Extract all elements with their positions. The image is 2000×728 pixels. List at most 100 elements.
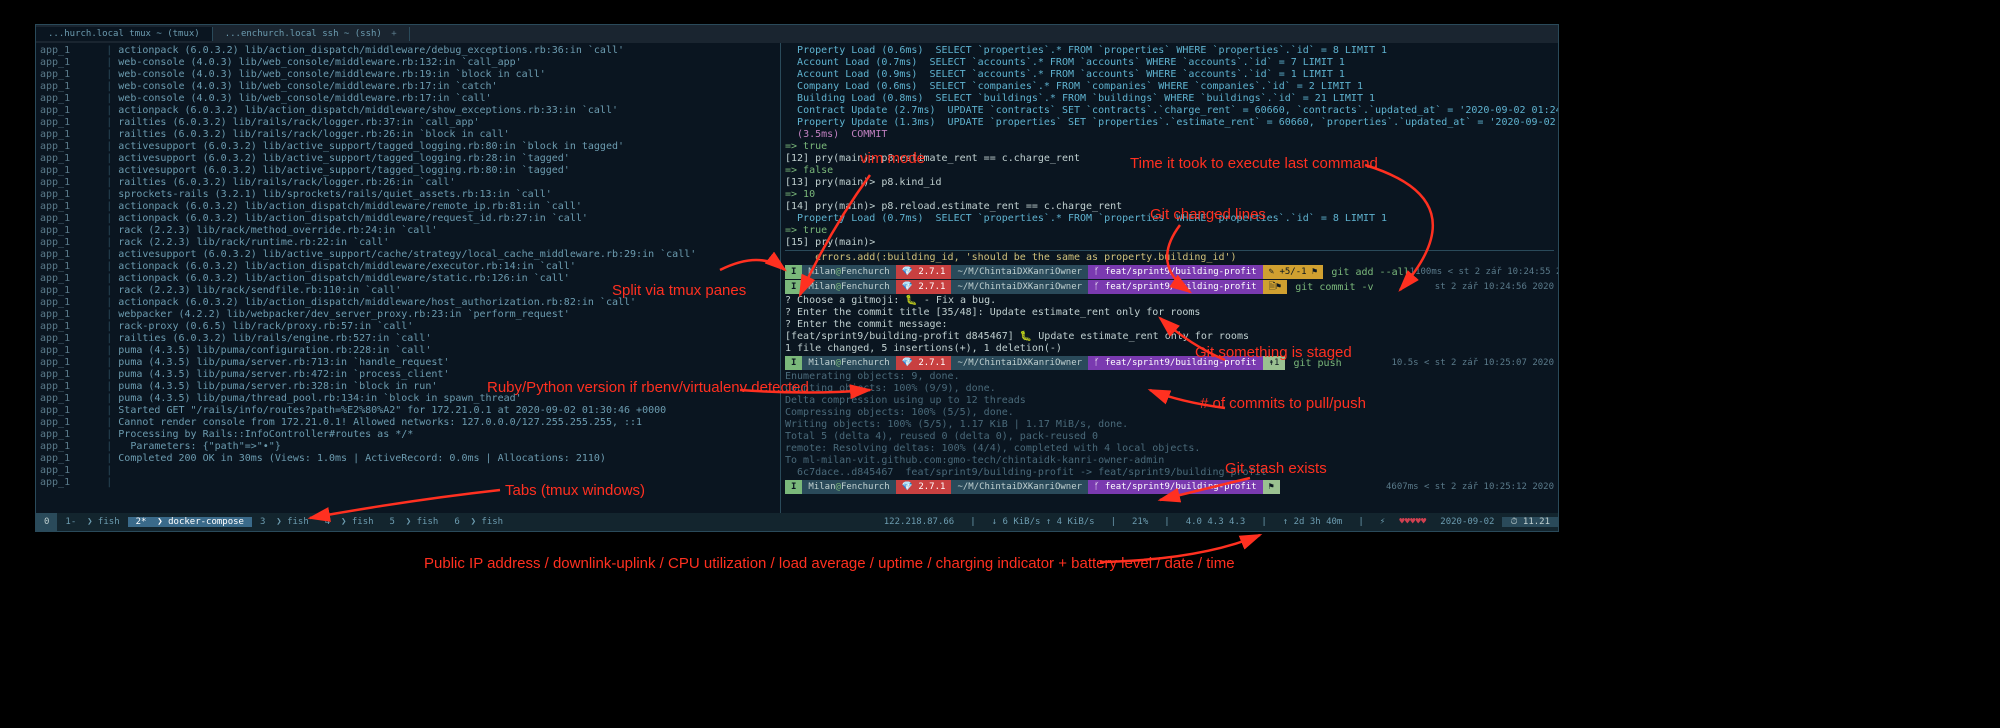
log-line: app_1 | puma (4.3.5) lib/puma/server.rb:… <box>40 381 776 393</box>
annotation-bottom: Public IP address / downlink-uplink / CP… <box>424 555 1235 572</box>
shell-prompt[interactable]: I Milan@Fenchurch 💎 2.7.1 ~/M/ChintaiDXK… <box>785 480 1554 494</box>
log-line: app_1 | <box>40 477 776 489</box>
log-line: app_1 | activesupport (6.0.3.2) lib/acti… <box>40 165 776 177</box>
log-line: app_1 | actionpack (6.0.3.2) lib/action_… <box>40 273 776 285</box>
user-host: Milan@Fenchurch <box>802 280 895 294</box>
log-line: app_1 | activesupport (6.0.3.2) lib/acti… <box>40 141 776 153</box>
log-line: Total 5 (delta 4), reused 0 (delta 0), p… <box>785 431 1554 443</box>
log-line: app_1 | web-console (4.0.3) lib/web_cons… <box>40 81 776 93</box>
ruby-version: 💎 2.7.1 <box>896 280 952 294</box>
log-line: app_1 | Parameters: {"path"=>"•"} <box>40 441 776 453</box>
shell-prompt[interactable]: I Milan@Fenchurch 💎 2.7.1 ~/M/ChintaiDXK… <box>785 356 1554 370</box>
tmux-window[interactable]: 3 ❯ fish <box>252 517 317 527</box>
date: 2020-09-02 <box>1432 517 1502 527</box>
cwd-path: ~/M/ChintaiDXKanriOwner <box>951 356 1088 370</box>
log-line: 1 file changed, 5 insertions(+), 1 delet… <box>785 343 1554 355</box>
log-line: Counting objects: 100% (9/9), done. <box>785 383 1554 395</box>
terminal-window: ...hurch.local tmux ~ (tmux) ...enchurch… <box>35 24 1559 532</box>
terminal-tab-1[interactable]: ...enchurch.local ssh ~ (ssh) + <box>213 27 410 41</box>
tmux-status-bar: 0 1- ❯ fish2* ❯ docker-compose3 ❯ fish4 … <box>36 513 1558 531</box>
git-branch: ᚶ feat/sprint9/building-profit <box>1088 280 1263 294</box>
log-line: 6c7dace..d845467 feat/sprint9/building-p… <box>785 467 1554 479</box>
log-line: Contract Update (2.7ms) UPDATE `contract… <box>785 105 1554 117</box>
shell-prompt[interactable]: I Milan@Fenchurch 💎 2.7.1 ~/M/ChintaiDXK… <box>785 265 1554 279</box>
tmux-window[interactable]: 2* ❯ docker-compose <box>128 517 252 527</box>
log-line: app_1 | activesupport (6.0.3.2) lib/acti… <box>40 153 776 165</box>
log-line: app_1 | actionpack (6.0.3.2) lib/action_… <box>40 201 776 213</box>
terminal-tab-0[interactable]: ...hurch.local tmux ~ (tmux) <box>36 27 213 41</box>
close-icon[interactable]: + <box>391 29 396 39</box>
cwd-path: ~/M/ChintaiDXKanriOwner <box>951 265 1088 279</box>
log-line: app_1 | puma (4.3.5) lib/puma/thread_poo… <box>40 393 776 405</box>
vim-mode-indicator: I <box>785 480 802 494</box>
log-line: app_1 | web-console (4.0.3) lib/web_cons… <box>40 93 776 105</box>
log-line: app_1 | railties (6.0.3.2) lib/rails/rac… <box>40 177 776 189</box>
log-line: app_1 | webpacker (4.2.2) lib/webpacker/… <box>40 309 776 321</box>
log-line: errors.add(:building_id, 'should be the … <box>785 252 1554 264</box>
title-bar: ...hurch.local tmux ~ (tmux) ...enchurch… <box>36 25 1558 43</box>
tmux-window[interactable]: 4 ❯ fish <box>317 517 382 527</box>
log-line: Building Load (0.8ms) SELECT `buildings`… <box>785 93 1554 105</box>
log-line: app_1 | railties (6.0.3.2) lib/rails/rac… <box>40 117 776 129</box>
git-branch: ᚶ feat/sprint9/building-profit <box>1088 480 1263 494</box>
ruby-version: 💎 2.7.1 <box>896 480 952 494</box>
log-line: [15] pry(main)> <box>785 237 1554 249</box>
tmux-window[interactable]: 1- ❯ fish <box>57 517 127 527</box>
log-line: app_1 | rack (2.2.3) lib/rack/method_ove… <box>40 225 776 237</box>
log-line: => false <box>785 165 1554 177</box>
prompt-timing: 1100ms < st 2 zář 10:24:55 2020 <box>1410 267 1558 277</box>
tmux-window[interactable]: 6 ❯ fish <box>446 517 511 527</box>
log-line: ? Enter the commit title [35/48]: Update… <box>785 307 1554 319</box>
session-number[interactable]: 0 <box>36 513 57 531</box>
log-line: app_1 | puma (4.3.5) lib/puma/server.rb:… <box>40 357 776 369</box>
git-branch: ᚶ feat/sprint9/building-profit <box>1088 356 1263 370</box>
log-line: app_1 | rack-proxy (0.6.5) lib/rack/prox… <box>40 321 776 333</box>
time: ⏱ 11.21 <box>1502 517 1558 527</box>
log-line: app_1 | railties (6.0.3.2) lib/rails/rac… <box>40 129 776 141</box>
prompt-command: git push <box>1293 358 1341 369</box>
load-average: 4.0 4.3 4.3 <box>1178 517 1254 527</box>
log-line: Property Load (0.6ms) SELECT `properties… <box>785 45 1554 57</box>
log-line: Account Load (0.9ms) SELECT `accounts`.*… <box>785 69 1554 81</box>
log-line: app_1 | sprockets-rails (3.2.1) lib/spro… <box>40 189 776 201</box>
tab-label: ...hurch.local tmux ~ (tmux) <box>48 29 200 39</box>
log-line: app_1 | Cannot render console from 172.2… <box>40 417 776 429</box>
cwd-path: ~/M/ChintaiDXKanriOwner <box>951 480 1088 494</box>
cpu-usage: 21% <box>1124 517 1156 527</box>
log-line: Property Update (1.3ms) UPDATE `properti… <box>785 117 1554 129</box>
log-line: app_1 | rack (2.2.3) lib/rack/runtime.rb… <box>40 237 776 249</box>
tmux-window[interactable]: 5 ❯ fish <box>382 517 447 527</box>
log-line <box>785 250 1554 251</box>
git-branch: ᚶ feat/sprint9/building-profit <box>1088 265 1263 279</box>
vim-mode-indicator: I <box>785 280 802 294</box>
pane-left[interactable]: app_1 | actionpack (6.0.3.2) lib/action_… <box>36 43 781 513</box>
log-line: Property Load (0.7ms) SELECT `properties… <box>785 213 1554 225</box>
uptime: ↑ 2d 3h 40m <box>1275 517 1351 527</box>
pane-right[interactable]: Property Load (0.6ms) SELECT `properties… <box>781 43 1558 513</box>
log-line: Company Load (0.6ms) SELECT `companies`.… <box>785 81 1554 93</box>
log-line: app_1 | web-console (4.0.3) lib/web_cons… <box>40 69 776 81</box>
log-line: Writing objects: 100% (5/5), 1.17 KiB | … <box>785 419 1554 431</box>
battery-hearts: ♥♥♥♥♥ <box>1399 517 1426 527</box>
ruby-version: 💎 2.7.1 <box>896 356 952 370</box>
log-line: ? Enter the commit message: <box>785 319 1554 331</box>
battery-icon: ⚡ <box>1372 517 1393 527</box>
log-line: app_1 | puma (4.3.5) lib/puma/configurat… <box>40 345 776 357</box>
log-line: [14] pry(main)> p8.reload.estimate_rent … <box>785 201 1554 213</box>
log-line: => true <box>785 225 1554 237</box>
log-line: app_1 | actionpack (6.0.3.2) lib/action_… <box>40 105 776 117</box>
prompt-timing: st 2 zář 10:24:56 2020 <box>1435 282 1554 292</box>
user-host: Milan@Fenchurch <box>802 356 895 370</box>
log-line: => 10 <box>785 189 1554 201</box>
ruby-version: 💎 2.7.1 <box>896 265 952 279</box>
network-speed: ↓ 6 KiB/s ↑ 4 KiB/s <box>984 517 1103 527</box>
log-line: app_1 | Processing by Rails::InfoControl… <box>40 429 776 441</box>
user-host: Milan@Fenchurch <box>802 480 895 494</box>
log-line: app_1 | actionpack (6.0.3.2) lib/action_… <box>40 45 776 57</box>
log-line: [13] pry(main)> p8.kind_id <box>785 177 1554 189</box>
log-line: To ml-milan-vit.github.com:gmo-tech/chin… <box>785 455 1554 467</box>
tab-label: ...enchurch.local ssh ~ (ssh) <box>225 29 382 39</box>
shell-prompt[interactable]: I Milan@Fenchurch 💎 2.7.1 ~/M/ChintaiDXK… <box>785 280 1554 294</box>
cwd-path: ~/M/ChintaiDXKanriOwner <box>951 280 1088 294</box>
log-line: app_1 | actionpack (6.0.3.2) lib/action_… <box>40 297 776 309</box>
